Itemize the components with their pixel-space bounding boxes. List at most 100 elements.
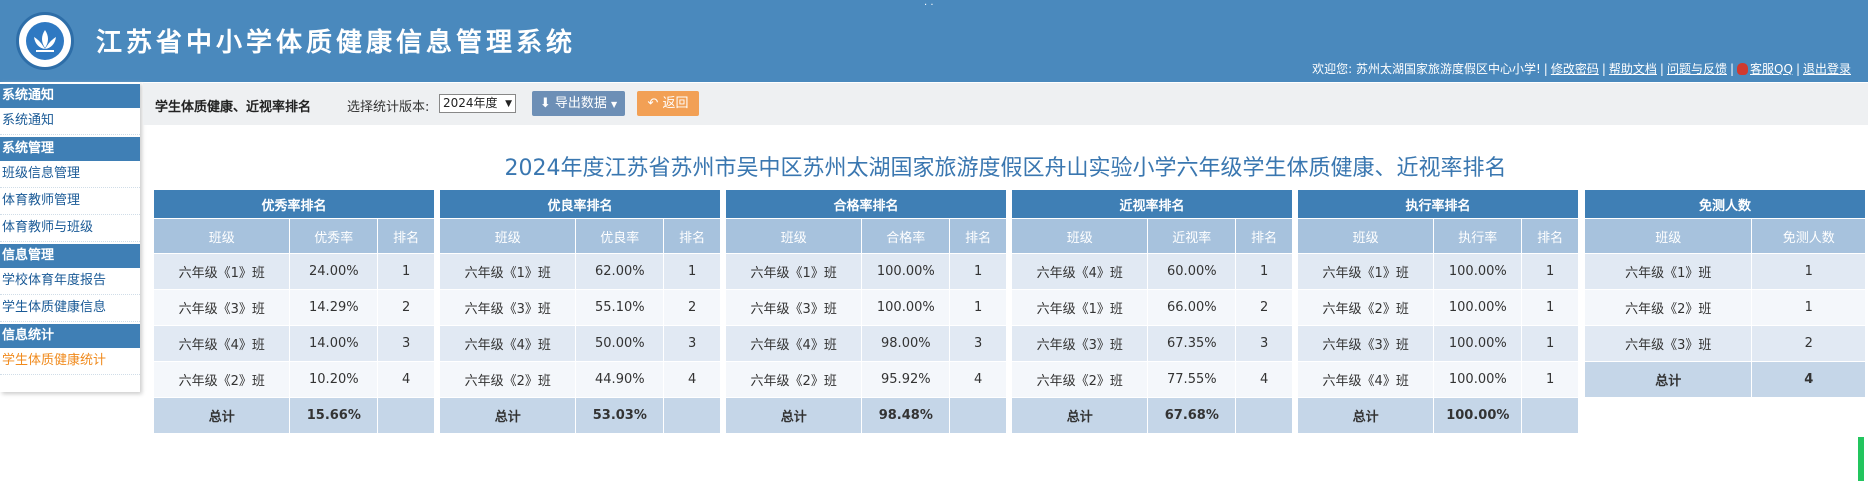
column-header: 排名 [1521,218,1579,254]
rate-cell: 100.00% [1433,253,1523,290]
column-header: 班级 [1296,218,1435,254]
back-button[interactable]: ↶ 返回 [637,91,699,116]
table-row: 六年级《4》班 100.00% 1 [1296,361,1579,398]
sidebar-item-teacher-management[interactable]: 体育教师管理 [0,188,140,215]
table-row: 六年级《3》班 14.29% 2 [152,289,435,326]
column-header: 班级 [1583,218,1753,254]
table-row: 六年级《4》班 14.00% 3 [152,325,435,362]
logout-link[interactable]: 退出登录 [1803,62,1851,76]
top-links: 欢迎您: 苏州太湖国家旅游度假区中心小学! | 修改密码 | 帮助文档 | 问题与反馈 | 客服… [1312,62,1851,76]
download-icon: ⬇ [539,96,551,111]
class-cell: 六年级《1》班 [152,253,291,290]
total-row: 总计 100.00% [1296,397,1579,434]
total-row: 总计 53.03% [438,397,721,434]
column-header: 排名 [663,218,721,254]
sidebar-item-class-management[interactable]: 班级信息管理 [0,161,140,188]
rate-cell: 60.00% [1147,253,1237,290]
rank-cell: 1 [663,253,721,290]
rate-cell: 24.00% [289,253,379,290]
toolbar: 学生体质健康、近视率排名 选择统计版本: 2024年度 ▼ ⬇ 导出数据 ▼ ↶… [143,83,1868,125]
total-label: 总计 [438,397,577,434]
version-select[interactable]: 2024年度 ▼ [439,94,516,113]
total-rank [1235,397,1293,434]
table-row: 六年级《4》班 60.00% 1 [1010,253,1293,290]
rank-cell: 1 [949,253,1007,290]
class-cell: 六年级《1》班 [1583,253,1753,290]
total-rank [377,397,435,434]
count-cell: 1 [1751,253,1866,290]
total-label: 总计 [1583,361,1753,398]
change-password-link[interactable]: 修改密码 [1551,62,1599,76]
table-row: 六年级《2》班 95.92% 4 [724,361,1007,398]
rate-cell: 100.00% [1433,325,1523,362]
rank-cell: 1 [1235,253,1293,290]
class-cell: 六年级《1》班 [1010,289,1149,326]
rate-cell: 77.55% [1147,361,1237,398]
table-caption: 免测人数 [1584,189,1866,219]
total-row: 总计 15.66% [152,397,435,434]
table-row: 六年级《1》班 66.00% 2 [1010,289,1293,326]
rank-cell: 4 [377,361,435,398]
rate-cell: 62.00% [575,253,665,290]
sidebar-item-health-info[interactable]: 学生体质健康信息 [0,295,140,322]
class-cell: 六年级《3》班 [724,289,863,326]
collapse-handle[interactable]: · · [924,0,934,11]
sidebar-group-system[interactable]: 系统管理 [0,137,140,161]
version-label: 选择统计版本: [347,100,430,115]
sidebar-item-annual-report[interactable]: 学校体育年度报告 [0,268,140,295]
table-row: 六年级《2》班 77.55% 4 [1010,361,1293,398]
rank-cell: 1 [1521,289,1579,326]
ranking-table-execution: 执行率排名 班级 执行率 排名 六年级《1》班 100.00% 1 六年级《2》… [1296,189,1579,434]
table-caption: 优良率排名 [439,189,721,219]
sidebar-item-teacher-class[interactable]: 体育教师与班级 [0,215,140,242]
export-button[interactable]: ⬇ 导出数据 ▼ [532,91,625,116]
exempt-count-table: 免测人数 班级 免测人数 六年级《1》班 1 六年级《2》班 1 六年级《3》班… [1583,189,1866,398]
table-row: 六年级《3》班 100.00% 1 [1296,325,1579,362]
welcome-text: 欢迎您: 苏州太湖国家旅游度假区中心小学! [1312,62,1541,76]
table-caption: 近视率排名 [1011,189,1293,219]
qq-icon [1737,63,1749,75]
rank-cell: 1 [1521,325,1579,362]
rank-cell: 3 [377,325,435,362]
class-cell: 六年级《2》班 [724,361,863,398]
app-header: 江苏省中小学体质健康信息管理系统 · · 欢迎您: 苏州太湖国家旅游度假区中心小… [0,0,1868,82]
table-row: 六年级《4》班 98.00% 3 [724,325,1007,362]
column-header: 班级 [152,218,291,254]
sidebar-group-info[interactable]: 信息管理 [0,244,140,268]
class-cell: 六年级《1》班 [1296,253,1435,290]
rank-cell: 1 [1521,253,1579,290]
rank-cell: 2 [1235,289,1293,326]
ranking-table-pass: 合格率排名 班级 合格率 排名 六年级《1》班 100.00% 1 六年级《3》… [724,189,1007,434]
total-rank [663,397,721,434]
class-cell: 六年级《3》班 [1296,325,1435,362]
column-header: 优良率 [575,218,665,254]
total-rate: 53.03% [575,397,665,434]
table-row: 六年级《3》班 100.00% 1 [724,289,1007,326]
rank-cell: 3 [949,325,1007,362]
sidebar-item-notice[interactable]: 系统通知 [0,108,140,135]
help-docs-link[interactable]: 帮助文档 [1609,62,1657,76]
class-cell: 六年级《3》班 [1583,325,1753,362]
rank-cell: 4 [663,361,721,398]
total-rate: 15.66% [289,397,379,434]
table-row: 六年级《3》班 55.10% 2 [438,289,721,326]
rate-cell: 100.00% [1433,361,1523,398]
feedback-link[interactable]: 问题与反馈 [1667,62,1727,76]
total-rate: 67.68% [1147,397,1237,434]
rate-cell: 66.00% [1147,289,1237,326]
rate-cell: 44.90% [575,361,665,398]
sidebar-group-stats[interactable]: 信息统计 [0,324,140,348]
rate-cell: 50.00% [575,325,665,362]
total-row: 总计 98.48% [724,397,1007,434]
sidebar-item-health-stats[interactable]: 学生体质健康统计 [0,348,140,375]
sidebar-group-notice[interactable]: 系统通知 [0,84,140,108]
count-cell: 2 [1751,325,1866,362]
ranking-table-excellent: 优秀率排名 班级 优秀率 排名 六年级《1》班 24.00% 1 六年级《3》班… [152,189,435,434]
class-cell: 六年级《4》班 [1010,253,1149,290]
rate-cell: 100.00% [1433,289,1523,326]
sidebar: 系统通知 系统通知 系统管理 班级信息管理 体育教师管理 体育教师与班级 信息管… [0,82,140,392]
class-cell: 六年级《2》班 [438,361,577,398]
support-qq-link[interactable]: 客服QQ [1750,62,1793,76]
class-cell: 六年级《2》班 [1296,289,1435,326]
rank-cell: 1 [1521,361,1579,398]
